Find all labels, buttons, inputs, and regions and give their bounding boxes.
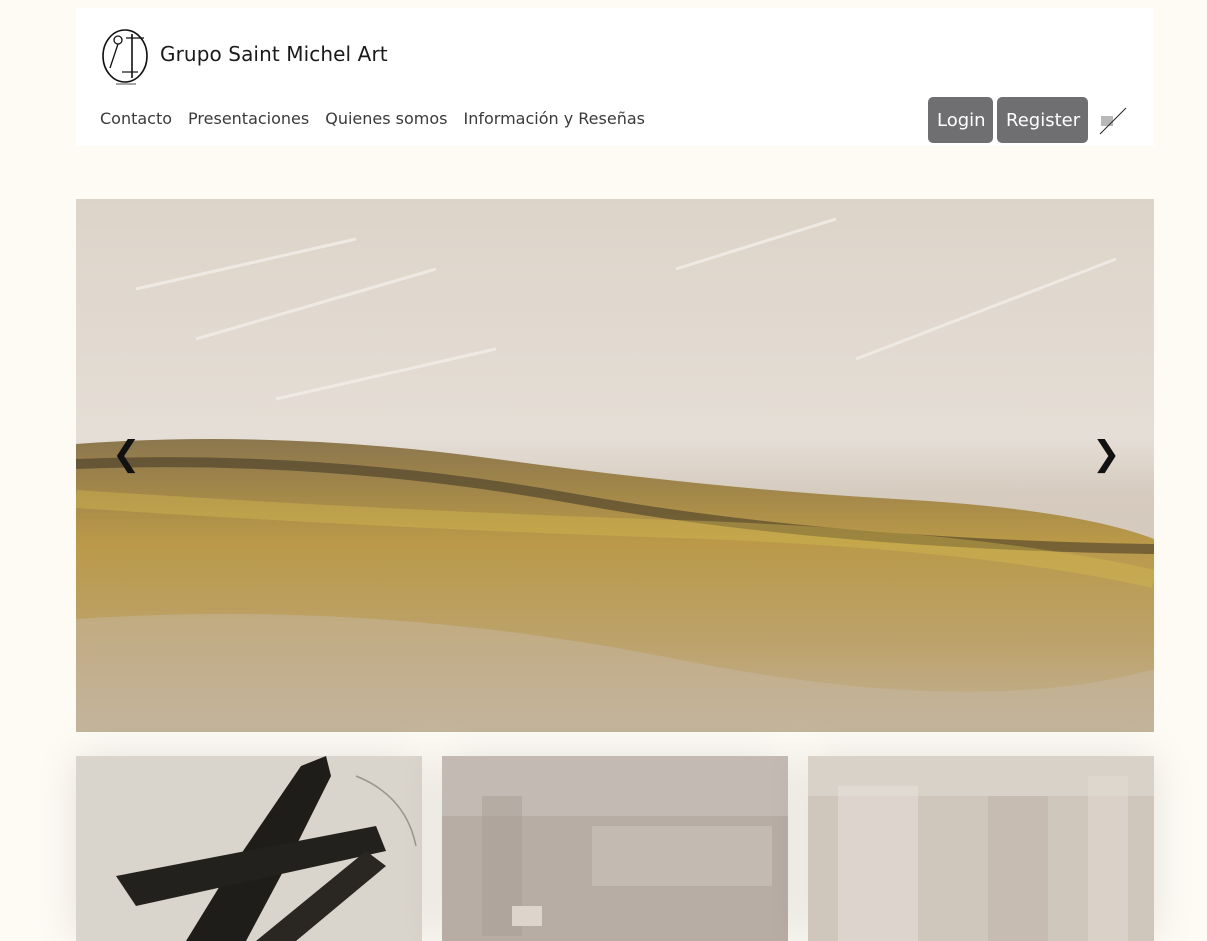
auth-buttons: Login Register xyxy=(928,97,1092,143)
login-button[interactable]: Login xyxy=(928,97,993,143)
hero-slider: ❮ ❯ xyxy=(76,199,1154,732)
nav-item-contacto[interactable]: Contacto xyxy=(100,109,172,128)
main-nav: Contacto Presentaciones Quienes somos In… xyxy=(100,109,661,128)
site-header: Grupo Saint Michel Art Contacto Presenta… xyxy=(76,8,1154,146)
register-button[interactable]: Register xyxy=(997,97,1088,143)
gallery-image xyxy=(442,756,788,941)
slider-next-button[interactable]: ❯ xyxy=(1092,437,1121,471)
gallery-image xyxy=(76,756,422,941)
nav-item-quienes-somos[interactable]: Quienes somos xyxy=(325,109,447,128)
gallery-item[interactable] xyxy=(442,756,788,941)
nav-item-informacion-resenas[interactable]: Información y Reseñas xyxy=(464,109,645,128)
gallery-item[interactable] xyxy=(76,756,422,941)
site-title[interactable]: Grupo Saint Michel Art xyxy=(160,42,388,66)
gallery-image xyxy=(808,756,1154,941)
gallery-item[interactable] xyxy=(808,756,1154,941)
logo[interactable] xyxy=(102,28,150,86)
artwork-gallery xyxy=(76,756,1154,941)
language-flag-button[interactable] xyxy=(1098,106,1128,136)
logo-icon xyxy=(102,29,148,85)
slider-painting-image xyxy=(76,199,1154,732)
nav-item-presentaciones[interactable]: Presentaciones xyxy=(188,109,309,128)
language-flag-icon xyxy=(1099,107,1127,135)
slider-prev-button[interactable]: ❮ xyxy=(112,437,141,471)
